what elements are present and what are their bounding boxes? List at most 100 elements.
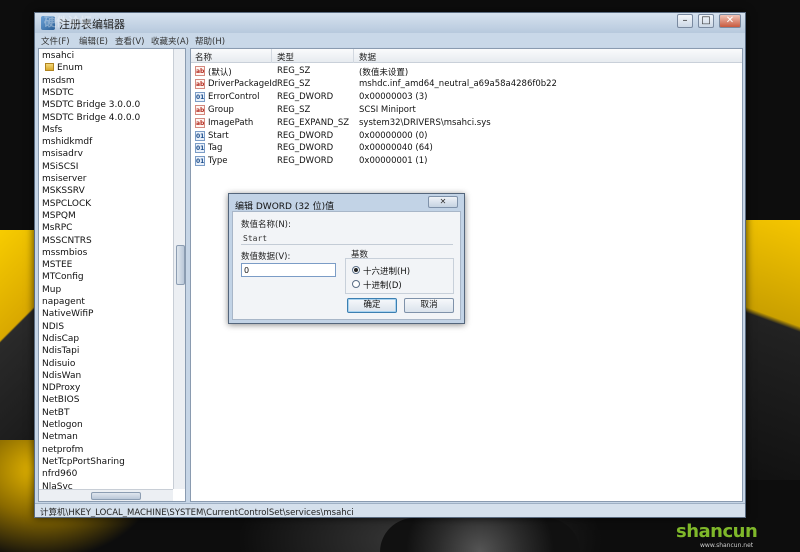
tree-item[interactable]: NdisWan [42,371,81,383]
tree-item-label: NdisCap [42,333,80,344]
tree-item[interactable]: nfrd960 [42,469,77,481]
tree-item[interactable]: MSPQM [42,211,76,223]
tree-item[interactable]: MSDTC Bridge 4.0.0.0 [42,113,140,125]
title-bar[interactable]: 注册表编辑器 – □ ✕ [35,13,745,33]
string-value-icon: ab [195,66,205,76]
cancel-button[interactable]: 取消 [404,298,454,313]
maximize-button[interactable]: □ [698,14,714,28]
dialog-close-button[interactable]: ✕ [428,196,458,208]
value-row[interactable]: 01 Type REG_DWORD 0x00000001 (1) [191,155,742,168]
tree-item[interactable]: Ndisuio [42,359,75,371]
value-row[interactable]: ab ImagePath REG_EXPAND_SZ system32\DRIVERS… [191,117,742,130]
tree-item[interactable]: MSDTC [42,88,74,100]
tree-vertical-scroll-thumb[interactable] [176,245,185,285]
tree-item-label: MSTEE [42,260,73,271]
tree-item-label: Netlogon [42,420,83,430]
column-header: 名称 类型 数据 [191,49,742,63]
menu-edit[interactable]: 编辑(E) [79,35,108,47]
tree-item[interactable]: Netlogon [42,420,83,432]
tree-item[interactable]: MsRPC [42,223,72,235]
tree-item[interactable]: NDProxy [42,383,80,395]
menu-favorites[interactable]: 收藏夹(A) [151,35,189,47]
string-value-icon: ab [195,104,205,115]
column-name-header[interactable]: 名称 [195,51,212,63]
tree-item[interactable]: NetBIOS [42,395,79,407]
tree-item[interactable]: napagent [42,297,85,309]
hex-radio-label[interactable]: 十六进制(H) [363,265,410,277]
dec-radio-label[interactable]: 十进制(D) [363,279,402,291]
value-name-cell: ImagePath [208,117,254,128]
value-type-cell: REG_SZ [277,78,311,89]
tree-item[interactable]: NdisTapi [42,346,79,358]
value-name-cell: Group [208,104,234,115]
value-data-cell: (数值未设置) [359,68,409,78]
tree-item[interactable]: MTConfig [42,272,84,284]
tree-item-label: MSDTC [42,87,74,98]
tree-item[interactable]: NetBT [42,408,69,420]
ok-button[interactable]: 确定 [347,298,397,313]
value-data-cell: mshdc.inf_amd64_neutral_a69a58a4286f0b22 [359,78,557,89]
column-type-header[interactable]: 类型 [277,51,294,63]
value-row[interactable]: 01 Tag REG_DWORD 0x00000040 (64) [191,142,742,155]
tree-item[interactable]: NdisCap [42,334,79,346]
tree-item[interactable]: MSKSSRV [42,186,85,198]
tree-item-label: MSSCNTRS [42,235,92,246]
watermark-top: 硬件论坛 [44,15,93,29]
tree-vertical-scrollbar[interactable] [173,49,185,489]
tree-item[interactable]: MSSCNTRS [42,236,92,248]
tree-horizontal-scroll-thumb[interactable] [91,492,141,500]
tree-item[interactable]: Mup [42,285,61,297]
value-row[interactable]: ab (默认) REG_SZ (数值未设置) [191,65,742,78]
tree-item-label: Mup [42,284,62,295]
tree-item-label: NDIS [42,321,65,332]
value-data-input[interactable] [241,263,336,277]
value-row[interactable]: 01 Start REG_DWORD 0x00000000 (0) [191,130,742,143]
tree-item-selected[interactable]: msahci [42,51,74,63]
tree-item-label: MSiSCSI [42,161,79,172]
value-name-label: 数值名称(N): [241,220,291,230]
tree-item[interactable]: MSiSCSI [42,162,78,174]
watermark-bottom-url: www.shancun.net [700,542,754,549]
menu-view[interactable]: 查看(V) [115,35,144,47]
registry-tree[interactable]: msahci Enum msdsm MSDTC MSDTC Bridge 3.0.0.0… [38,48,186,502]
tree-item[interactable]: NativeWifiP [42,309,93,321]
tree-item-label: msdsm [42,75,75,86]
hex-radio[interactable] [352,266,360,274]
tree-item[interactable]: msdsm [42,76,75,88]
tree-item-label: msiserver [42,174,87,184]
close-button[interactable]: ✕ [719,14,741,28]
watermark-bottom: shancun [676,521,758,542]
tree-item[interactable]: msisadrv [42,149,83,161]
tree-item[interactable]: msiserver [42,174,86,186]
tree-item-label: msahci [42,51,75,61]
tree-item[interactable]: NetTcpPortSharing [42,457,125,469]
tree-item[interactable]: MSTEE [42,260,72,272]
tree-item[interactable]: netprofm [42,445,83,457]
tree-item[interactable]: mshidkmdf [42,137,92,149]
dec-radio[interactable] [352,280,360,288]
tree-item[interactable]: MSDTC Bridge 3.0.0.0 [42,100,140,112]
menu-help[interactable]: 帮助(H) [195,35,225,47]
tree-horizontal-scrollbar[interactable] [39,489,173,501]
tree-item[interactable]: Msfs [42,125,62,137]
minimize-button[interactable]: – [677,14,693,28]
value-row[interactable]: 01 ErrorControl REG_DWORD 0x00000003 (3) [191,91,742,104]
tree-item-label: MsRPC [42,223,73,234]
menu-file[interactable]: 文件(F) [41,35,70,47]
menu-bar: 文件(F) 编辑(E) 查看(V) 收藏夹(A) 帮助(H) [35,33,745,47]
value-type-cell: REG_DWORD [277,143,334,154]
value-row[interactable]: ab DriverPackageId REG_SZ mshdc.inf_amd64_n… [191,78,742,91]
value-name-cell: (默认) [208,68,232,78]
tree-item[interactable]: mssmbios [42,248,87,260]
tree-item[interactable]: NDIS [42,322,64,334]
tree-item[interactable]: Enum [45,63,83,75]
tree-item-label: netprofm [42,444,84,455]
status-bar: 计算机\HKEY_LOCAL_MACHINE\SYSTEM\CurrentCon… [35,503,745,518]
value-row[interactable]: ab Group REG_SZ SCSI Miniport [191,104,742,117]
column-data-header[interactable]: 数据 [359,51,376,63]
tree-item[interactable]: Netman [42,432,78,444]
string-value-icon: ab [195,78,205,89]
tree-item-label: NetBIOS [42,395,80,406]
binary-value-icon: 01 [195,156,205,167]
tree-item[interactable]: MSPCLOCK [42,199,91,211]
